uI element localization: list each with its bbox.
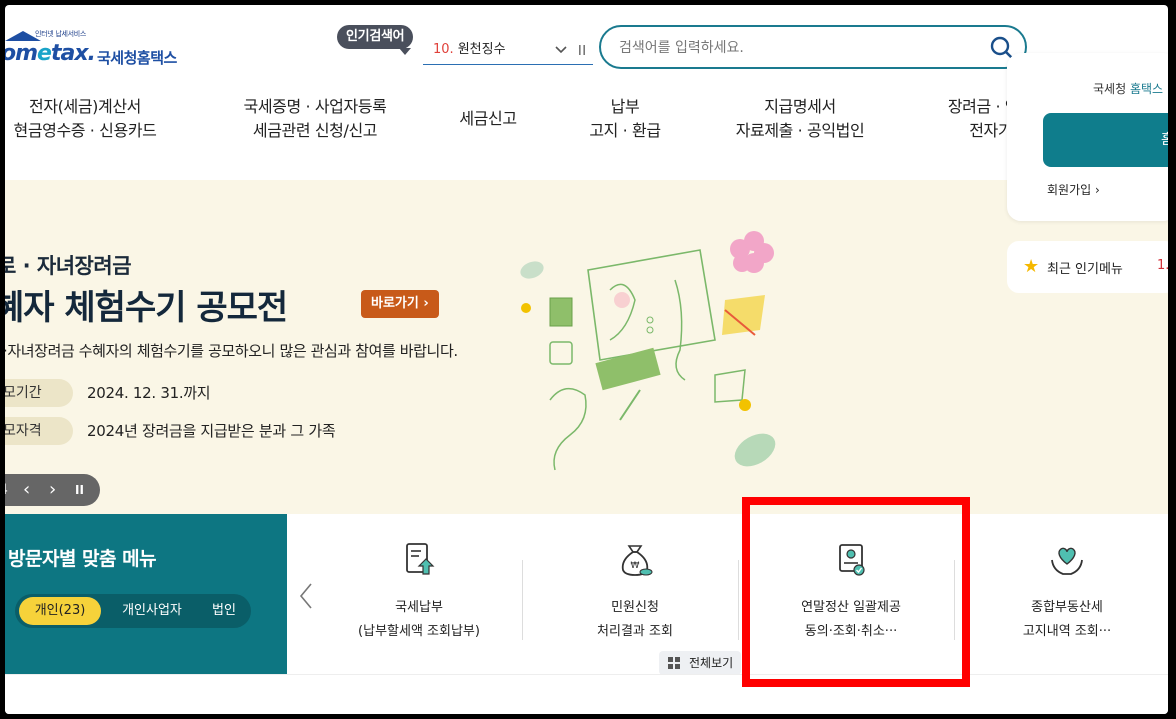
chevron-down-icon[interactable] [555,37,567,72]
tab-individual[interactable]: 개인(23) [19,597,101,625]
hero-period-value: 2024. 12. 31.까지 [87,384,211,402]
grid-icon [668,657,680,669]
money-bag-icon: ₩ [621,545,653,576]
hero-description: ·자녀장려금 수혜자의 체험수기를 공모하오니 많은 관심과 참여를 바랍니다. [5,342,458,360]
popular-search-term[interactable]: 10. 원천징수 [423,37,593,65]
view-all-label: 전체보기 [689,656,734,670]
logo-tagline: 인터넷 납세서비스 [35,30,87,38]
search-input[interactable] [619,37,979,59]
logo-english: ometax. [5,41,96,66]
quick-menu: 국세납부 (납부할세액 조회납부) ₩ 민원신청 처리결과 조회 연말정산 일괄… [287,514,1168,675]
gnb-item-statement[interactable]: 지급명세서 자료제출 · 공익법인 [710,95,890,143]
slider-controls: 4 ‹ › II [5,474,100,506]
hero-illustration [520,231,776,471]
login-greeting: 국세청 홈택스 [1093,82,1164,96]
hero-subtitle: 로 · 자녀장려금 [5,254,132,278]
visitor-custom-menu: 방문자별 맞춤 메뉴 개인(23) 개인사업자 법인 [5,514,287,674]
tab-sole-proprietor[interactable]: 개인사업자 [107,597,197,625]
search-box [599,25,1027,69]
document-upload-icon [406,543,435,575]
heart-hands-icon [1051,547,1083,575]
popular-search-badge: 인기검색어 [337,25,414,55]
hero-title: 혜자 체험수기 공모전 [5,288,288,328]
tab-corporation[interactable]: 법인 [201,597,247,625]
login-card: 국세청 홈택스 홈 회원가입 › [1007,53,1168,221]
quick-divider [522,560,523,640]
slider-next-button[interactable]: › [49,474,56,506]
hero-period-tag: 모기간 [5,379,73,407]
quick-item-line1: 국세납부 [395,600,443,615]
main-navigation: 전자(세금)계산서 현금영수증 · 신용카드 국세증명 · 사업자등록 세금관련 신… [5,95,1168,165]
login-button[interactable]: 홈 [1043,113,1168,167]
gnb-item-tax-report[interactable]: 세금신고 [435,107,541,131]
popular-rank: 10. [433,42,454,57]
quick-item-civil-request[interactable]: ₩ 민원신청 처리결과 조회 [527,514,743,674]
visitor-tabs: 개인(23) 개인사업자 법인 [15,594,251,628]
logo-korean: 국세청홈택스 [97,49,177,67]
recent-popular-label: 최근 인기메뉴 [1047,262,1123,277]
visitor-menu-title: 방문자별 맞춤 메뉴 [8,548,157,570]
pause-icon[interactable] [577,37,587,72]
hero-banner: 로 · 자녀장려금 혜자 체험수기 공모전 바로가기 › ·자녀장려금 수혜자의… [5,180,1168,515]
gnb-item-payment[interactable]: 납부 고지 · 환급 [565,95,685,143]
slider-index: 4 [5,474,8,506]
recent-popular-rank: 1. [1157,258,1168,273]
bottom-strip [5,674,1168,714]
highlight-annotation-box [742,497,970,687]
quick-divider [738,560,739,640]
quick-item-line1: 민원신청 [611,600,659,615]
slider-pause-button[interactable]: II [75,474,84,506]
quick-item-tax-payment[interactable]: 국세납부 (납부할세액 조회납부) [311,514,527,674]
slider-prev-button[interactable]: ‹ [23,474,30,506]
join-link[interactable]: 회원가입 › [1047,181,1100,198]
hero-qualify-tag: 모자격 [5,417,73,445]
hero-shortcut-button[interactable]: 바로가기 › [361,290,439,318]
hometax-logo[interactable]: 인터넷 납세서비스 ometax. 국세청홈택스 [5,27,205,77]
recent-popular-menu[interactable]: ★ 최근 인기메뉴 1. [1007,241,1168,293]
gnb-item-e-invoice[interactable]: 전자(세금)계산서 현금영수증 · 신용카드 [5,95,175,143]
svg-text:₩: ₩ [631,561,640,571]
quick-item-line1: 종합부동산세 [1031,600,1103,615]
quick-item-property-tax[interactable]: 종합부동산세 고지내역 조회··· [959,514,1168,674]
hometax-main-page: 인터넷 납세서비스 ometax. 국세청홈택스 인기검색어 10.원천징수 M… [5,5,1168,714]
popular-term-text: 원천징수 [457,42,506,57]
quick-item-line2: 고지내역 조회··· [1022,624,1112,639]
hero-qualify-value: 2024년 장려금을 지급받은 분과 그 가족 [87,422,336,440]
gnb-item-certificate[interactable]: 국세증명 · 사업자등록 세금관련 신청/신고 [215,95,415,143]
star-icon: ★ [1023,256,1040,277]
view-all-button[interactable]: 전체보기 [659,651,742,675]
quick-item-line2: 처리결과 조회 [597,624,673,639]
quick-item-line2: (납부할세액 조회납부) [358,624,480,639]
